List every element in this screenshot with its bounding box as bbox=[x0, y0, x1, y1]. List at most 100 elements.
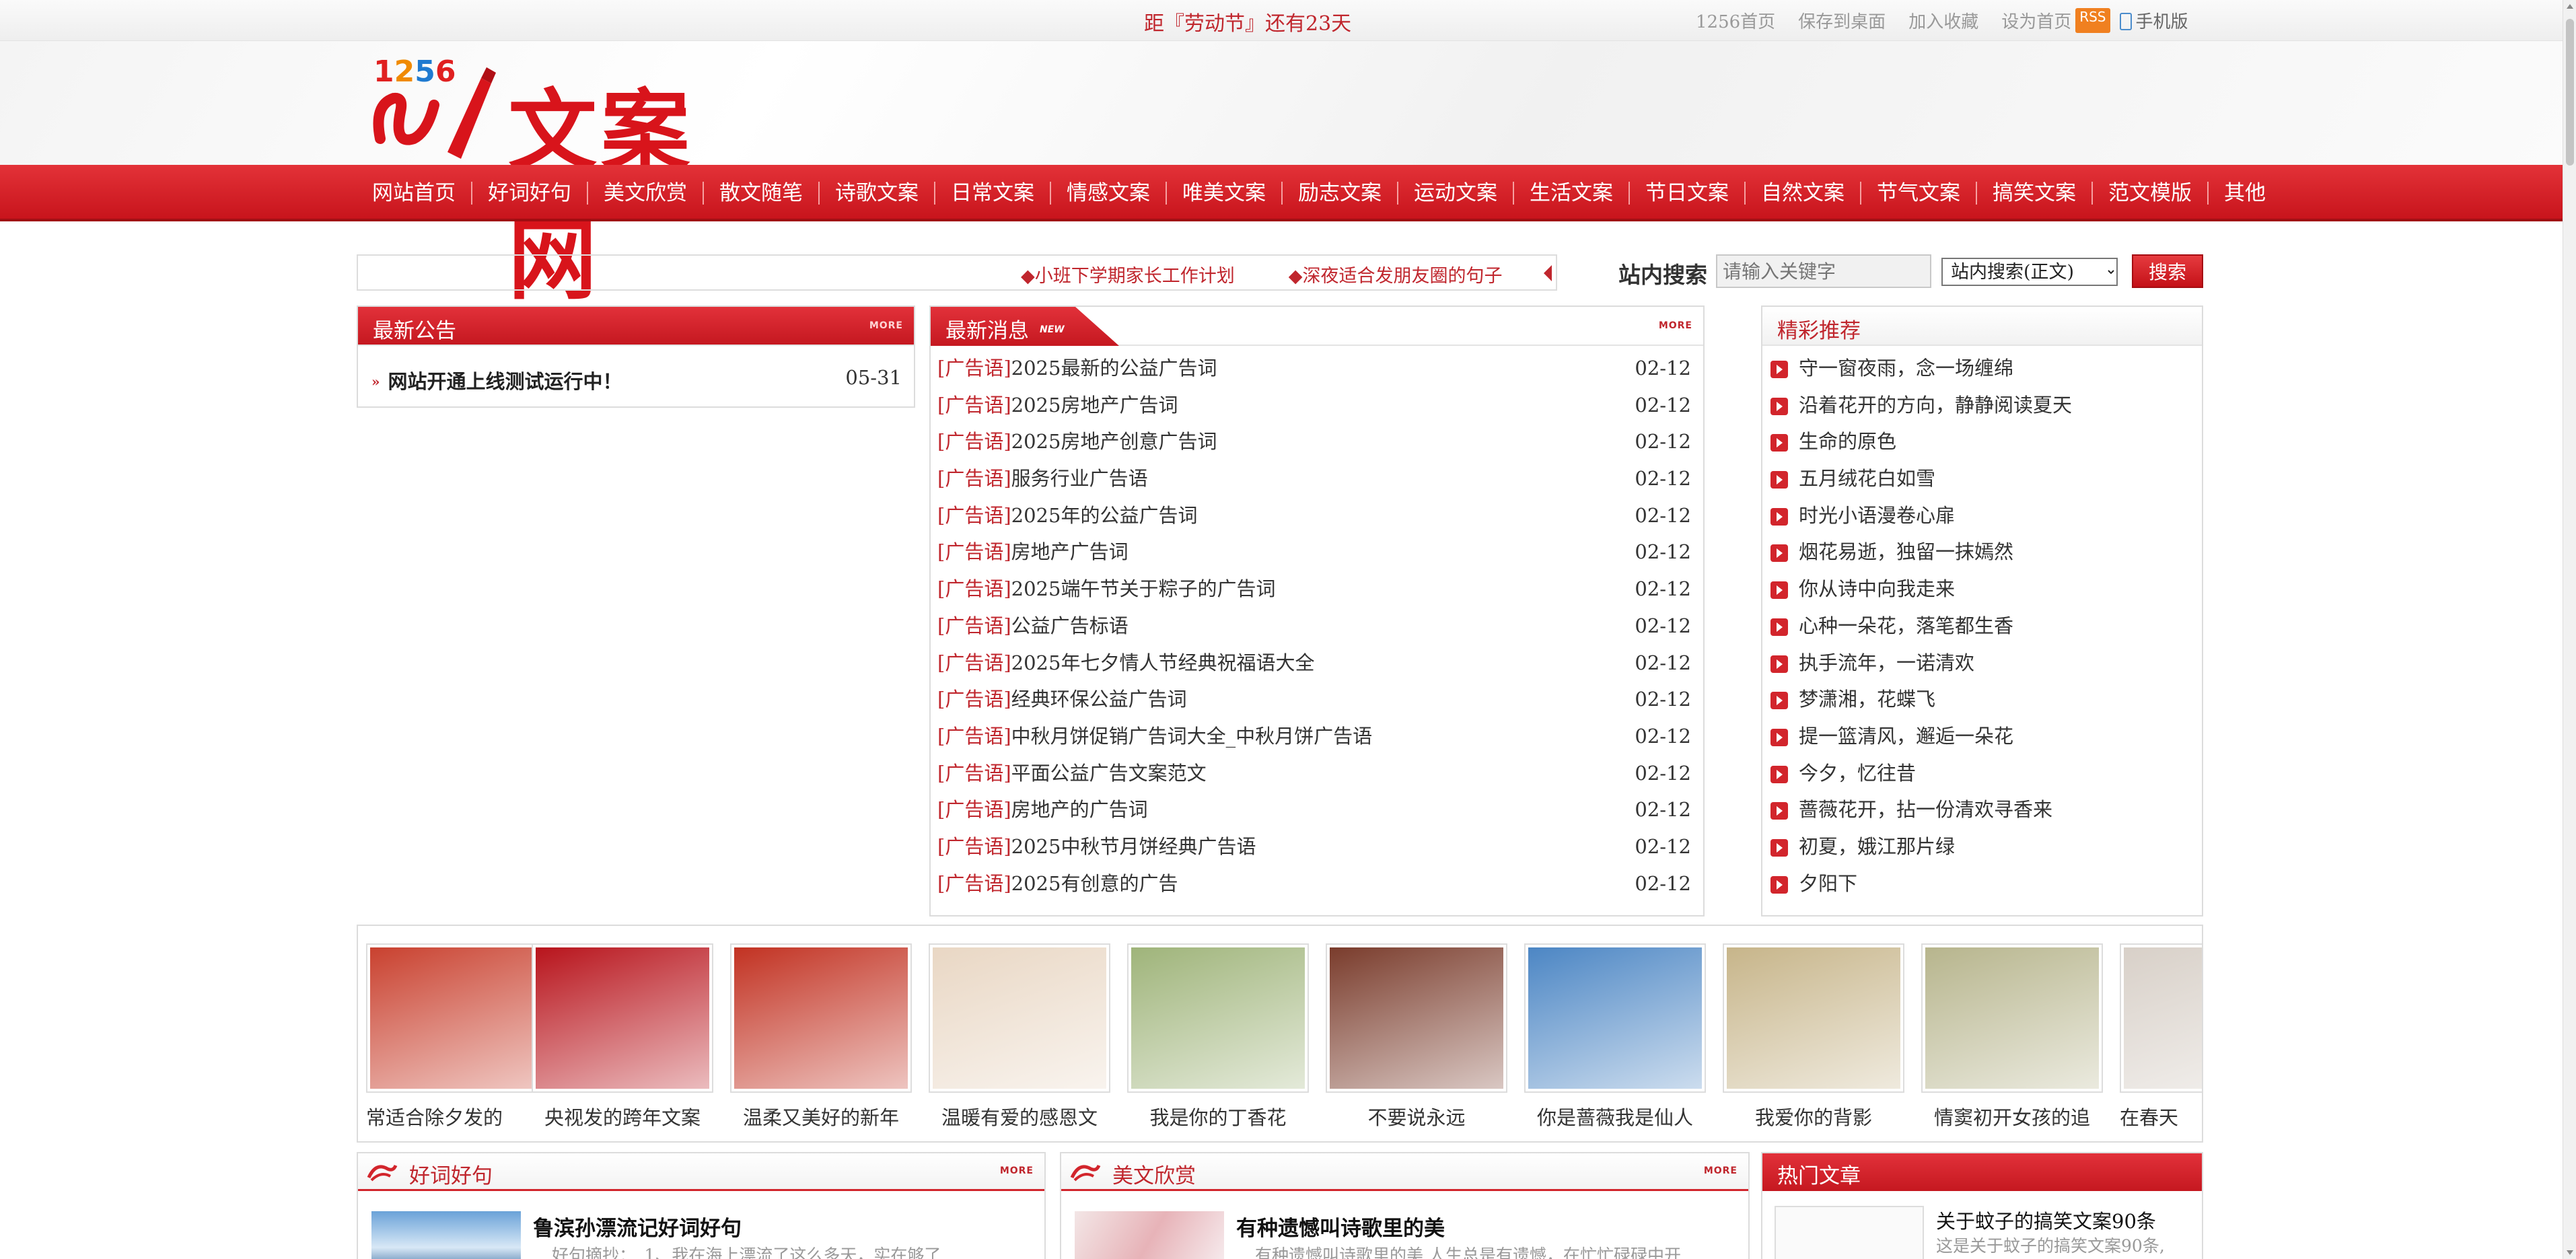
gallery-item[interactable]: 央视发的跨年文案 bbox=[532, 943, 713, 1130]
gallery-image[interactable] bbox=[1524, 943, 1706, 1093]
gallery-item[interactable]: 常适合除夕发的 bbox=[366, 943, 548, 1130]
news-more-link[interactable]: MORE bbox=[1659, 320, 1692, 331]
list-item[interactable]: [广告语]2025房地产创意广告词 02-12 bbox=[937, 423, 1691, 460]
page-scrollbar[interactable] bbox=[2563, 0, 2576, 1259]
nav-item[interactable]: 美文欣赏 bbox=[588, 182, 704, 205]
list-item[interactable]: 守一窗夜雨，念一场缠绵 bbox=[1770, 350, 2190, 387]
gallery-caption[interactable]: 我爱你的背影 bbox=[1723, 1102, 1904, 1130]
home-link[interactable]: 1256首页 bbox=[1696, 8, 1775, 33]
gallery-image[interactable] bbox=[366, 943, 548, 1093]
add-favorite-link[interactable]: 加入收藏 bbox=[1908, 8, 1978, 33]
gallery-item[interactable]: 温柔又美好的新年 bbox=[730, 943, 912, 1130]
nav-item[interactable]: 自然文案 bbox=[1746, 182, 1861, 205]
nav-item[interactable]: 散文随笔 bbox=[704, 182, 820, 205]
nav-item[interactable]: 生活文案 bbox=[1514, 182, 1630, 205]
list-item[interactable]: 提一篮清风，邂逅一朵花 bbox=[1770, 718, 2190, 755]
nav-item[interactable]: 诗歌文案 bbox=[820, 182, 935, 205]
gallery-image[interactable] bbox=[1127, 943, 1309, 1093]
list-item[interactable]: [广告语]2025年的公益广告词 02-12 bbox=[937, 497, 1691, 534]
gallery-caption[interactable]: 情窦初开女孩的追 bbox=[1921, 1102, 2103, 1130]
gallery-caption[interactable]: 在春天 bbox=[2120, 1102, 2202, 1130]
gallery-image[interactable] bbox=[2120, 943, 2202, 1093]
list-item[interactable]: [广告语]2025房地产广告词 02-12 bbox=[937, 387, 1691, 424]
gallery-item[interactable]: 情窦初开女孩的追 bbox=[1921, 943, 2103, 1130]
set-homepage-link[interactable]: 设为首页 bbox=[2001, 8, 2071, 33]
gallery-image[interactable] bbox=[1723, 943, 1904, 1093]
search-button[interactable]: 搜索 bbox=[2132, 254, 2203, 288]
gallery-caption[interactable]: 你是蔷薇我是仙人 bbox=[1524, 1102, 1706, 1130]
nav-item[interactable]: 搞笑文案 bbox=[1977, 182, 2093, 205]
gallery-image[interactable] bbox=[730, 943, 912, 1093]
gallery-item[interactable]: 在春天 bbox=[2120, 943, 2202, 1130]
gallery-item[interactable]: 我是你的丁香花 bbox=[1127, 943, 1309, 1130]
gallery-image[interactable] bbox=[1921, 943, 2103, 1093]
list-item[interactable]: 蔷薇花开，拈一份清欢寻香来 bbox=[1770, 791, 2190, 828]
article-thumbnail[interactable] bbox=[1775, 1206, 1924, 1259]
notice-more-link[interactable]: MORE bbox=[869, 320, 903, 331]
list-item[interactable]: [广告语]房地产广告词 02-12 bbox=[937, 534, 1691, 571]
gallery-item[interactable]: 我爱你的背影 bbox=[1723, 943, 1904, 1130]
gallery-caption[interactable]: 温柔又美好的新年 bbox=[730, 1102, 912, 1130]
article-title[interactable]: 有种遗憾叫诗歌里的美 bbox=[1236, 1211, 1445, 1242]
save-desktop-link[interactable]: 保存到桌面 bbox=[1798, 8, 1886, 33]
site-logo[interactable]: 1256 文案网 bbox=[367, 48, 784, 312]
mobile-version-link[interactable]: 手机版 bbox=[2119, 8, 2188, 33]
list-item[interactable]: [广告语]2025有创意的广告 02-12 bbox=[937, 865, 1691, 902]
gallery-image[interactable] bbox=[1326, 943, 1507, 1093]
list-item[interactable]: [广告语]中秋月饼促销广告词大全_中秋月饼广告语 02-12 bbox=[937, 718, 1691, 755]
list-item[interactable]: 夕阳下 bbox=[1770, 865, 2190, 902]
list-item[interactable]: [广告语]公益广告标语 02-12 bbox=[937, 608, 1691, 645]
nav-item[interactable]: 唯美文案 bbox=[1167, 182, 1283, 205]
list-item[interactable]: [广告语]2025年七夕情人节经典祝福语大全 02-12 bbox=[937, 645, 1691, 682]
scroll-down-icon[interactable] bbox=[2567, 1250, 2573, 1255]
nav-item[interactable]: 好词好句 bbox=[472, 182, 588, 205]
scroll-up-icon[interactable] bbox=[2567, 4, 2573, 9]
search-input[interactable] bbox=[1716, 254, 1931, 288]
ticker-link[interactable]: ◆小班下学期家长工作计划 bbox=[1021, 261, 1235, 287]
gallery-item[interactable]: 不要说永远 bbox=[1326, 943, 1507, 1130]
list-item[interactable]: 烟花易逝，独留一抹嫣然 bbox=[1770, 534, 2190, 571]
gallery-caption[interactable]: 常适合除夕发的 bbox=[366, 1102, 548, 1130]
ticker-arrow-icon[interactable] bbox=[1544, 265, 1552, 281]
list-item[interactable]: 心种一朵花，落笔都生香 bbox=[1770, 608, 2190, 645]
list-item[interactable]: [广告语]经典环保公益广告词 02-12 bbox=[937, 681, 1691, 718]
list-item[interactable]: 生命的原色 bbox=[1770, 423, 2190, 460]
haoci-more-link[interactable]: MORE bbox=[1000, 1165, 1034, 1176]
gallery-image[interactable] bbox=[532, 943, 713, 1093]
list-item[interactable]: [广告语]平面公益广告文案范文 02-12 bbox=[937, 755, 1691, 792]
scrollbar-thumb[interactable] bbox=[2566, 19, 2574, 166]
gallery-item[interactable]: 温暖有爱的感恩文 bbox=[929, 943, 1110, 1130]
nav-item[interactable]: 范文模版 bbox=[2093, 182, 2209, 205]
list-item[interactable]: 沿着花开的方向，静静阅读夏天 bbox=[1770, 387, 2190, 424]
gallery-caption[interactable]: 不要说永远 bbox=[1326, 1102, 1507, 1130]
gallery-image[interactable] bbox=[929, 943, 1110, 1093]
article-title[interactable]: 关于蚊子的搞笑文案90条 bbox=[1936, 1206, 2156, 1234]
list-item[interactable]: 五月绒花白如雪 bbox=[1770, 460, 2190, 497]
ticker-link[interactable]: ◆深夜适合发朋友圈的句子 bbox=[1289, 261, 1503, 287]
nav-item[interactable]: 励志文案 bbox=[1283, 182, 1398, 205]
nav-item[interactable]: 节气文案 bbox=[1861, 182, 1977, 205]
list-item[interactable]: [广告语]2025端午节关于粽子的广告词 02-12 bbox=[937, 571, 1691, 608]
list-item[interactable]: 梦潇湘，花蝶飞 bbox=[1770, 681, 2190, 718]
article-thumbnail[interactable] bbox=[371, 1211, 521, 1259]
list-item[interactable]: 初夏，娥江那片绿 bbox=[1770, 828, 2190, 865]
list-item[interactable]: [广告语]2025最新的公益广告词 02-12 bbox=[937, 350, 1691, 387]
gallery-item[interactable]: 你是蔷薇我是仙人 bbox=[1524, 943, 1706, 1130]
rss-icon[interactable]: RSS bbox=[2075, 8, 2110, 33]
article-thumbnail[interactable] bbox=[1075, 1211, 1224, 1259]
meiwen-more-link[interactable]: MORE bbox=[1704, 1165, 1738, 1176]
article-title[interactable]: 鲁滨孙漂流记好词好句 bbox=[533, 1211, 742, 1242]
gallery-caption[interactable]: 央视发的跨年文案 bbox=[532, 1102, 713, 1130]
nav-item[interactable]: 日常文案 bbox=[935, 182, 1051, 205]
notice-item[interactable]: » 网站开通上线测试运行中！ 05-31 bbox=[371, 366, 902, 394]
gallery-caption[interactable]: 温暖有爱的感恩文 bbox=[929, 1102, 1110, 1130]
nav-item[interactable]: 节日文案 bbox=[1630, 182, 1746, 205]
gallery-caption[interactable]: 我是你的丁香花 bbox=[1127, 1102, 1309, 1130]
nav-item[interactable]: 情感文案 bbox=[1051, 182, 1167, 205]
list-item[interactable]: [广告语]2025中秋节月饼经典广告语 02-12 bbox=[937, 828, 1691, 865]
list-item[interactable]: 时光小语漫卷心扉 bbox=[1770, 497, 2190, 534]
list-item[interactable]: [广告语]房地产的广告词 02-12 bbox=[937, 791, 1691, 828]
list-item[interactable]: 你从诗中向我走来 bbox=[1770, 571, 2190, 608]
search-scope-select[interactable]: 站内搜索(正文) bbox=[1941, 258, 2118, 286]
list-item[interactable]: 今夕，忆往昔 bbox=[1770, 755, 2190, 792]
